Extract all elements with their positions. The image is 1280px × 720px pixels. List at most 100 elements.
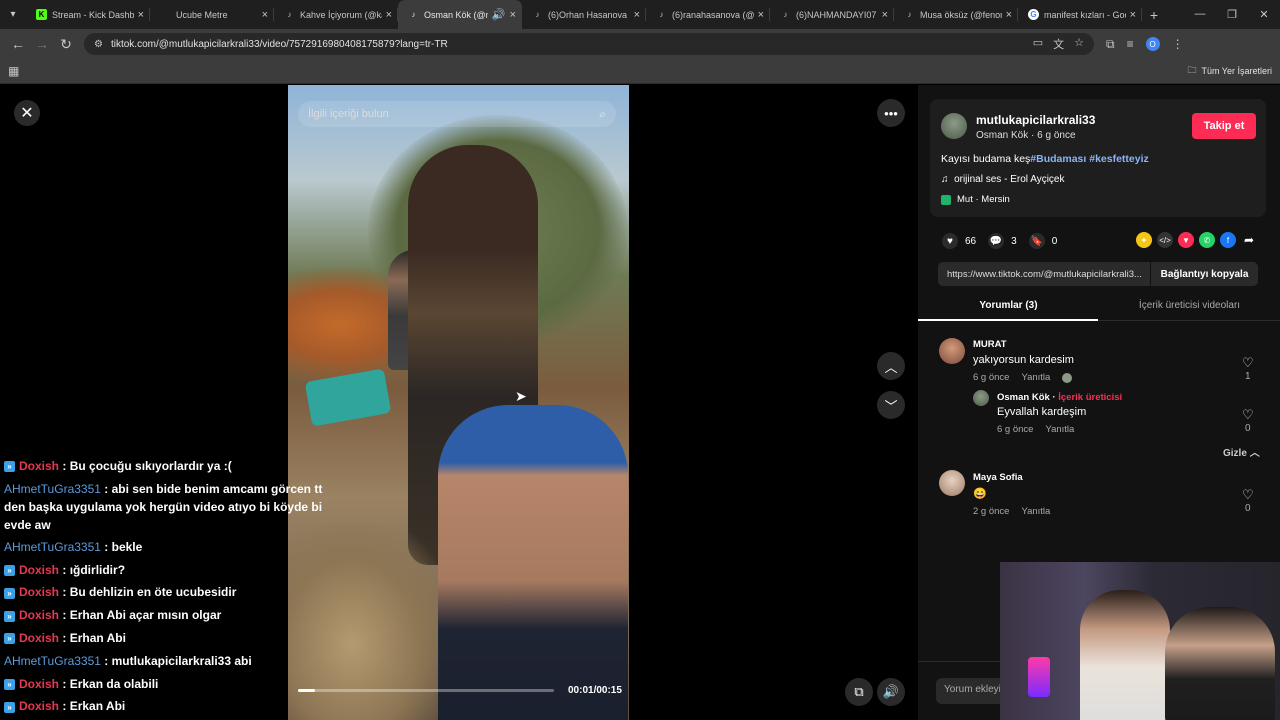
install-icon[interactable]: ▭ xyxy=(1033,36,1043,52)
speaker-icon[interactable]: 🔊 xyxy=(492,8,506,21)
extensions-icon[interactable]: ⧉ xyxy=(1106,37,1115,52)
author-avatar[interactable] xyxy=(941,113,967,139)
hashtags[interactable]: #Budaması #kesfetteyiz xyxy=(1030,153,1148,165)
tab-musa[interactable]: ♪ Musa öksüz (@fenom × xyxy=(894,0,1018,29)
tiktok-icon: ♪ xyxy=(783,10,788,19)
pip-button[interactable]: ⧉ xyxy=(845,678,873,706)
previous-video-button[interactable]: ︿ xyxy=(877,352,905,380)
related-search-input[interactable]: İlgili içeriği bulun ⌕ xyxy=(298,101,616,127)
back-icon[interactable]: ← xyxy=(6,36,30,52)
send-icon[interactable]: ▼ xyxy=(1178,232,1194,248)
translate-icon[interactable]: 文 xyxy=(1053,36,1064,52)
reply-button[interactable]: Yanıtla xyxy=(1021,372,1050,383)
close-tab-icon[interactable]: × xyxy=(138,9,144,21)
bookmark-icon: 🔖 xyxy=(1028,233,1045,249)
video-scene-man xyxy=(438,405,628,720)
reply-button[interactable]: Yanıtla xyxy=(1021,506,1050,517)
close-tab-icon[interactable]: × xyxy=(758,9,764,21)
volume-button[interactable]: 🔊 xyxy=(877,678,905,706)
reload-icon[interactable]: ↻ xyxy=(54,36,78,53)
coin-icon[interactable]: ✦ xyxy=(1136,232,1152,248)
comment-like[interactable]: ♡ 0 xyxy=(1242,487,1254,514)
search-icon[interactable]: ⌕ xyxy=(599,107,606,122)
music-info[interactable]: ♫ orijinal ses - Erol Ayçiçek xyxy=(941,174,1064,185)
restore-icon[interactable]: ❐ xyxy=(1216,8,1248,21)
reply-avatar[interactable] xyxy=(973,390,989,406)
video-info-card: mutlukapicilarkrali33 Osman Kök · 6 g ön… xyxy=(930,99,1266,217)
location-tag[interactable]: Mut · Mersin xyxy=(941,194,1010,205)
follow-button[interactable]: Takip et xyxy=(1192,113,1256,139)
tiktok-icon: ♪ xyxy=(411,10,416,19)
more-options-button[interactable]: ••• xyxy=(877,99,905,127)
profile-avatar[interactable]: O xyxy=(1145,37,1160,51)
tab-nahmandayi[interactable]: ♪ (6)NAHMANDAYI07 (× xyxy=(770,0,894,29)
menu-icon[interactable]: ⋮ xyxy=(1172,37,1184,51)
like-stat[interactable]: ♥ 66 xyxy=(942,233,976,249)
close-tab-icon[interactable]: × xyxy=(882,9,888,21)
close-tab-icon[interactable]: × xyxy=(1006,9,1012,21)
minimize-icon[interactable]: — xyxy=(1184,8,1216,21)
creator-badge: İçerik üreticisi xyxy=(1058,392,1123,403)
tab-orhan[interactable]: ♪ (6)Orhan Hasanova (× xyxy=(522,0,646,29)
chat-message: » Doxish : Erkan da olabili xyxy=(0,673,345,696)
heart-icon: ♥ xyxy=(942,233,958,249)
chat-message: » Doxish : Erhan Abi açar mısın olgar xyxy=(0,604,345,627)
url-text: tiktok.com/@mutlukapicilarkrali33/video/… xyxy=(110,38,448,50)
comment-item: Maya Sofia 😄 2 g önce Yanıtla xyxy=(973,472,1051,517)
bookmark-star-icon[interactable]: ☆ xyxy=(1074,36,1084,52)
save-stat[interactable]: 🔖 0 xyxy=(1028,233,1057,249)
mouse-cursor-icon: ➤ xyxy=(515,388,527,404)
close-tab-icon[interactable]: × xyxy=(510,9,516,21)
tab-creator-videos[interactable]: İçerik üreticisi videoları xyxy=(1099,297,1280,320)
reply-button[interactable]: Yanıtla xyxy=(1045,424,1074,435)
folder-icon: 🗀 xyxy=(1187,65,1197,75)
next-video-button[interactable]: ﹀ xyxy=(877,391,905,419)
music-note-icon: ♫ xyxy=(941,174,949,185)
share-arrow-icon[interactable]: ➦ xyxy=(1241,232,1257,248)
facebook-icon[interactable]: f xyxy=(1220,232,1236,248)
close-tab-icon[interactable]: × xyxy=(386,9,392,21)
close-window-icon[interactable]: ✕ xyxy=(1248,8,1280,21)
webcam-overlay xyxy=(1000,562,1280,720)
window-controls: — ❐ ✕ xyxy=(1184,8,1280,21)
close-tab-icon[interactable]: × xyxy=(634,9,640,21)
close-tab-icon[interactable]: × xyxy=(1130,9,1136,21)
commenter-avatar[interactable] xyxy=(939,470,965,496)
tab-search-icon[interactable]: ▾ xyxy=(0,0,26,29)
heart-outline-icon: ♡ xyxy=(1242,487,1254,502)
chat-message: » Doxish : Erhan Abi xyxy=(0,627,345,650)
tab-manifest[interactable]: Gmanifest kızları - Goo × xyxy=(1018,0,1142,29)
commenter-avatar[interactable] xyxy=(939,338,965,364)
tab-osman-kok[interactable]: ♪ Osman Kök (@m 🔊 × xyxy=(398,0,522,29)
copy-link-button[interactable]: Bağlantıyı kopyala xyxy=(1150,262,1258,286)
share-link-bar: https://www.tiktok.com/@mutlukapicilarkr… xyxy=(938,262,1258,286)
embed-icon[interactable]: </> xyxy=(1157,232,1173,248)
whatsapp-icon[interactable]: ✆ xyxy=(1199,232,1215,248)
browser-tab-strip: ▾ K Stream - Kick Dashbo × Ucube Metre × ♪ K… xyxy=(0,0,1280,29)
tab-rana[interactable]: ♪ (6)ranahasanova (@ × xyxy=(646,0,770,29)
browser-toolbar: ← → ↻ ⚙ tiktok.com/@mutlukapicilarkrali3… xyxy=(0,29,1280,59)
all-bookmarks[interactable]: 🗀 Tüm Yer İşaretleri xyxy=(1187,63,1272,79)
site-info-icon[interactable]: ⚙ xyxy=(94,39,103,50)
panel-tabs: Yorumlar (3) İçerik üreticisi videoları xyxy=(918,297,1280,321)
apps-grid-icon[interactable]: ▦ xyxy=(8,64,19,78)
close-video-button[interactable]: ✕ xyxy=(14,100,40,126)
tab-kahve[interactable]: ♪ Kahve İçiyorum (@ka × xyxy=(274,0,398,29)
engagement-stats: ♥ 66 💬 3 🔖 0 xyxy=(942,233,1057,249)
new-tab-button[interactable]: + xyxy=(1142,7,1166,23)
reply-like[interactable]: ♡ 0 xyxy=(1242,407,1254,434)
streamer-person-right xyxy=(1165,607,1275,720)
subscriber-badge-icon: » xyxy=(4,564,15,576)
comment-like[interactable]: ♡ 1 xyxy=(1242,355,1254,382)
tab-kick[interactable]: K Stream - Kick Dashbo × xyxy=(26,0,150,29)
address-bar[interactable]: ⚙ tiktok.com/@mutlukapicilarkrali33/vide… xyxy=(84,33,1094,55)
tab-comments[interactable]: Yorumlar (3) xyxy=(918,297,1099,321)
heart-outline-icon: ♡ xyxy=(1242,355,1254,370)
comment-stat[interactable]: 💬 3 xyxy=(988,233,1017,249)
hide-replies-button[interactable]: Gizle ︿ xyxy=(1223,444,1260,459)
media-icon[interactable]: ≡ xyxy=(1127,37,1134,51)
close-tab-icon[interactable]: × xyxy=(262,9,268,21)
tab-ucube[interactable]: Ucube Metre × xyxy=(150,0,274,29)
forward-icon[interactable]: → xyxy=(30,36,54,52)
author-username[interactable]: mutlukapicilarkrali33 xyxy=(976,113,1095,127)
